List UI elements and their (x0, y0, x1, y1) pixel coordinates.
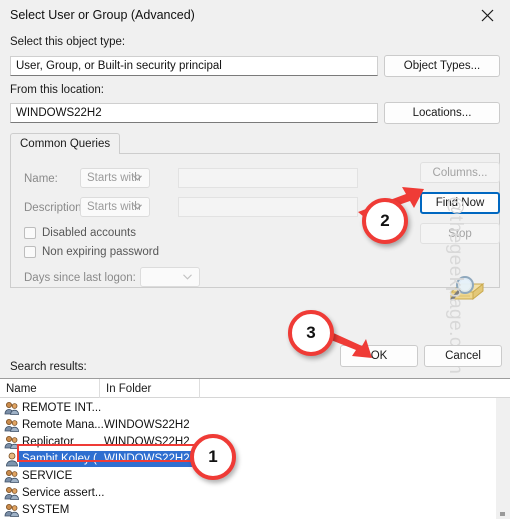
description-label: Description: (24, 202, 85, 214)
group-icon (4, 468, 20, 484)
annotation-highlight-selected-row (17, 444, 195, 462)
object-type-input[interactable]: User, Group, or Built-in security princi… (10, 56, 378, 76)
row-in-folder: WINDOWS22H2 (104, 419, 190, 431)
group-icon (4, 502, 20, 518)
checkbox-box (24, 246, 36, 258)
description-value-input[interactable] (178, 197, 358, 217)
column-header-in-folder[interactable]: In Folder (100, 379, 200, 398)
table-row[interactable]: REMOTE INT... (0, 400, 480, 416)
column-header-extra[interactable] (200, 379, 496, 398)
title-bar: Select User or Group (Advanced) (0, 0, 510, 31)
list-vertical-scrollbar[interactable] (496, 398, 510, 519)
object-types-button[interactable]: Object Types... (384, 55, 500, 77)
from-location-label: From this location: (10, 84, 104, 96)
non-expiring-password-label: Non expiring password (42, 246, 159, 258)
object-type-label: Select this object type: (10, 36, 126, 48)
locations-button[interactable]: Locations... (384, 102, 500, 124)
select-user-or-group-dialog: Select User or Group (Advanced) Select t… (0, 0, 510, 519)
row-name: Service assert... (22, 487, 105, 499)
name-label: Name: (24, 173, 58, 185)
close-icon[interactable] (465, 0, 510, 31)
disabled-accounts-label: Disabled accounts (42, 227, 136, 239)
annotation-step-2: 2 (362, 198, 408, 244)
disabled-accounts-checkbox[interactable]: Disabled accounts (24, 227, 136, 239)
non-expiring-password-checkbox[interactable]: Non expiring password (24, 246, 159, 258)
tab-common-queries[interactable]: Common Queries (10, 133, 121, 154)
list-header: Name In Folder (0, 379, 510, 398)
group-icon (4, 400, 20, 416)
row-name: Remote Mana... (22, 419, 104, 431)
group-icon (4, 485, 20, 501)
table-row[interactable]: SYSTEM (0, 502, 480, 518)
row-name: SERVICE (22, 470, 73, 482)
row-name: SYSTEM (22, 504, 70, 516)
table-row[interactable]: Remote Mana... WINDOWS22H2 (0, 417, 480, 433)
table-row[interactable]: SERVICE (0, 468, 480, 484)
days-since-last-logon-label: Days since last logon: (24, 272, 136, 284)
annotation-step-3: 3 (288, 310, 334, 356)
column-header-name[interactable]: Name (0, 379, 100, 398)
table-row[interactable]: Service assert... (0, 485, 480, 501)
name-value-input[interactable] (178, 168, 358, 188)
name-operator-select[interactable]: Starts with (80, 168, 150, 188)
annotation-step-1: 1 (190, 434, 236, 480)
cancel-button[interactable]: Cancel (424, 345, 502, 367)
row-name: REMOTE INT... (22, 402, 102, 414)
tab-seam (11, 153, 98, 154)
chevron-down-icon (133, 201, 142, 213)
search-results-label: Search results: (10, 361, 87, 373)
window-title: Select User or Group (Advanced) (10, 8, 195, 22)
days-since-last-logon-select[interactable] (140, 267, 200, 287)
tab-strip: Common Queries (10, 133, 500, 154)
chevron-down-icon (133, 172, 142, 184)
watermark: @thegeekpage.com (445, 196, 466, 375)
columns-button[interactable]: Columns... (420, 162, 500, 183)
description-operator-select[interactable]: Starts with (80, 197, 150, 217)
checkbox-box (24, 227, 36, 239)
group-icon (4, 417, 20, 433)
scrollbar-thumb[interactable] (500, 512, 505, 516)
location-input[interactable]: WINDOWS22H2 (10, 103, 378, 123)
chevron-down-icon (183, 271, 192, 283)
